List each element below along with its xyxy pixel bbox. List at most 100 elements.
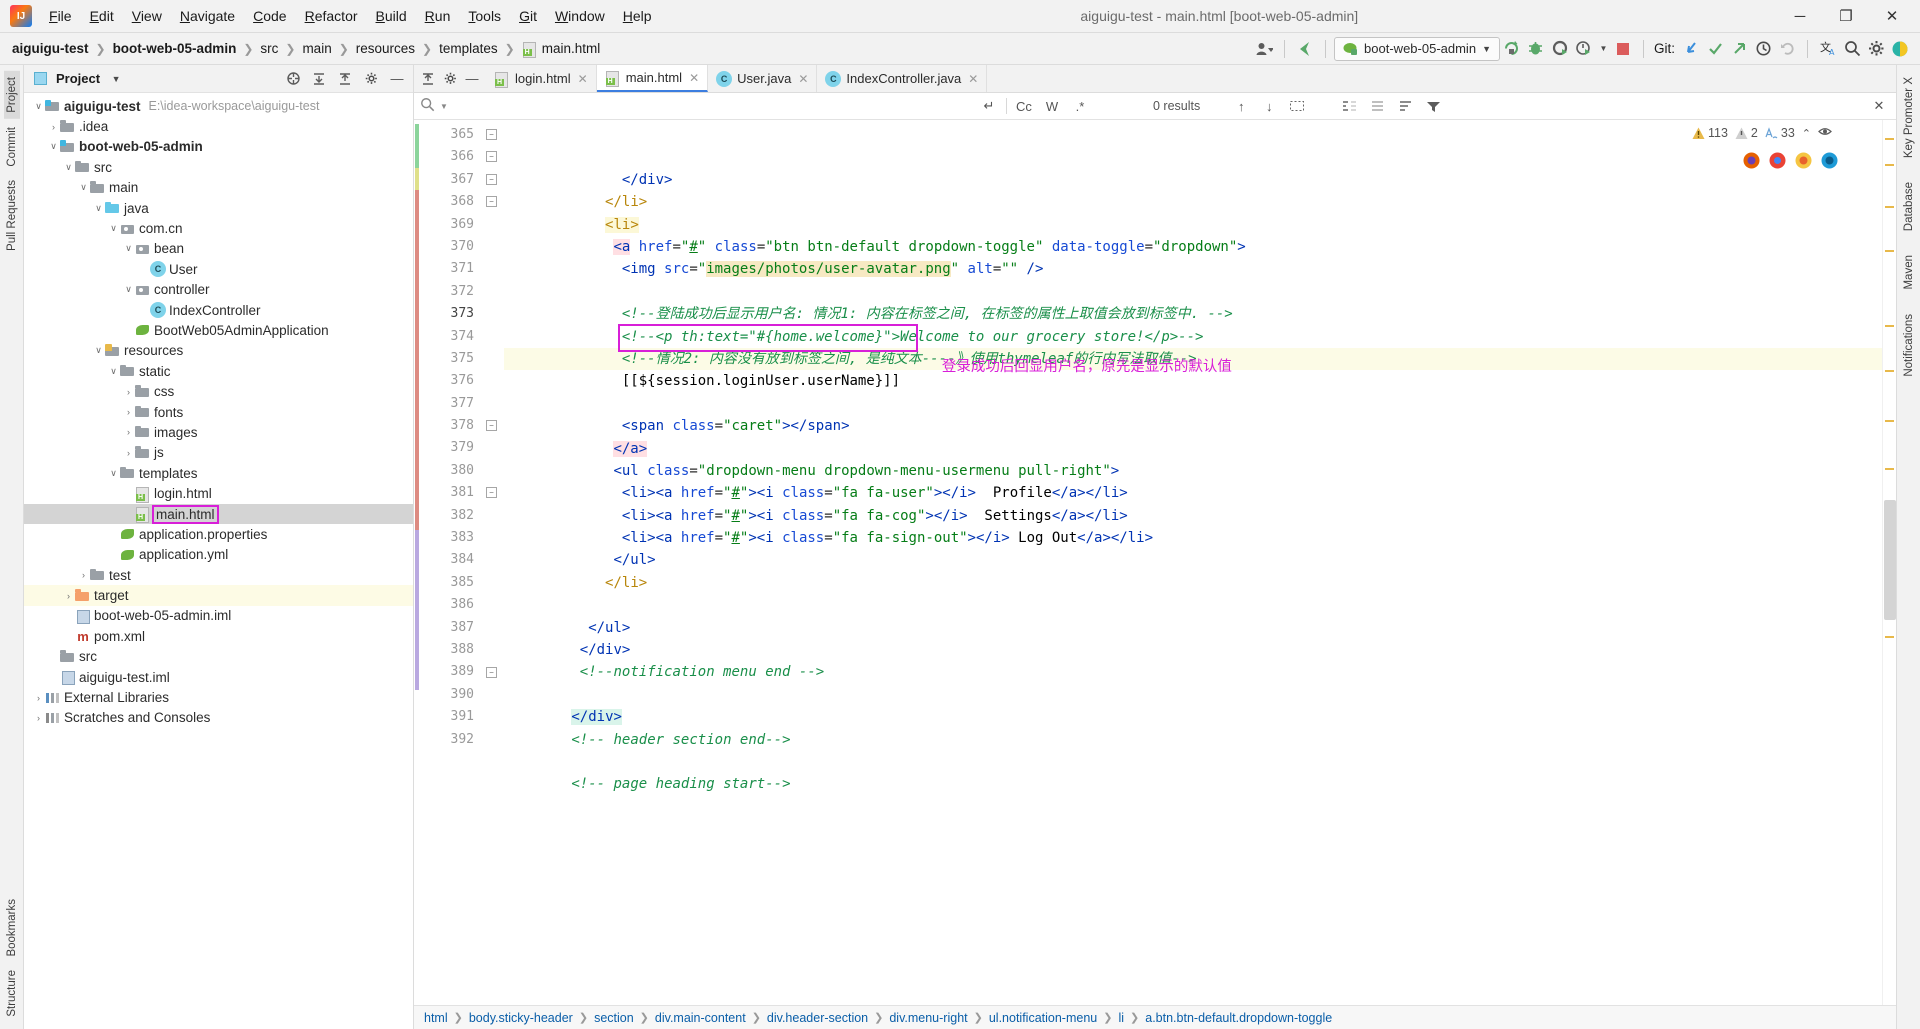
editor-crumb-0[interactable]: html (424, 1011, 448, 1025)
search-input[interactable] (452, 98, 973, 114)
tree-node-test[interactable]: › test (24, 565, 413, 585)
editor-crumb-8[interactable]: a.btn.btn-default.dropdown-toggle (1145, 1011, 1332, 1025)
tree-node-bean[interactable]: ∨ bean (24, 239, 413, 259)
editor-tab-actions[interactable]: — (414, 65, 486, 92)
firefox-icon[interactable] (1743, 152, 1760, 174)
filter-results-icon[interactable] (1394, 96, 1416, 116)
tree-node-scratches-and-consoles[interactable]: › Scratches and Consoles (24, 708, 413, 728)
chevron-down-icon[interactable]: ∨ (122, 243, 135, 254)
code-line[interactable]: </ul> (504, 549, 1882, 571)
chevron-down-icon[interactable]: ∨ (92, 345, 105, 356)
safari-icon[interactable] (1795, 152, 1812, 174)
chevron-right-icon[interactable]: › (32, 713, 45, 723)
code-line[interactable]: <span class="caret"></span> (504, 415, 1882, 437)
open-in-find-window-icon[interactable] (1338, 96, 1360, 116)
tool-window-commit[interactable]: Commit (4, 121, 20, 173)
chevron-down-icon[interactable]: ∨ (62, 162, 75, 173)
find-toolbar[interactable]: ▼ ↵ Cc W .* 0 results ↑ ↓ ✕ (414, 93, 1896, 120)
chevron-down-icon[interactable]: ∨ (92, 203, 105, 214)
tree-node-indexcontroller[interactable]: IndexController (24, 300, 413, 320)
menu-refactor[interactable]: Refactor (296, 5, 367, 27)
editor-tab-login-html[interactable]: login.html ✕ (486, 65, 597, 92)
tree-node-src[interactable]: src (24, 647, 413, 667)
tool-window-maven[interactable]: Maven (1901, 249, 1917, 296)
tree-node-main[interactable]: ∨ main (24, 178, 413, 198)
tool-window-project[interactable]: Project (3, 71, 20, 119)
editor-crumb-3[interactable]: div.main-content (655, 1011, 746, 1025)
menu-help[interactable]: Help (614, 5, 661, 27)
code-line[interactable]: <li><a href="#"><i class="fa fa-cog"></i… (504, 505, 1882, 527)
tree-node-controller[interactable]: ∨ controller (24, 280, 413, 300)
maximize-button[interactable]: ❐ (1824, 1, 1868, 32)
fold-marker[interactable]: − (486, 151, 497, 163)
code-line[interactable] (504, 594, 1882, 616)
tree-node-main-html[interactable]: main.html (24, 503, 413, 525)
menu-bar[interactable]: File Edit View Navigate Code Refactor Build Run… (40, 5, 661, 27)
editor-breadcrumb[interactable]: html ❯ body.sticky-header ❯ section ❯ div.main… (414, 1005, 1896, 1029)
browser-preview-bar[interactable] (1743, 152, 1838, 174)
filter-icon[interactable] (1422, 96, 1444, 116)
tree-node-css[interactable]: › css (24, 381, 413, 401)
code-line[interactable]: <!-- page heading start--> (504, 773, 1882, 795)
code-line[interactable]: </ul> (504, 617, 1882, 639)
code-line[interactable]: <li><a href="#"><i class="fa fa-user"></… (504, 482, 1882, 504)
breadcrumb[interactable]: aiguigu-test ❯ boot-web-05-admin ❯ src ❯ main ❯… (8, 39, 604, 59)
menu-navigate[interactable]: Navigate (171, 5, 244, 27)
chevron-down-icon[interactable]: ▼ (106, 69, 126, 89)
code-line[interactable]: </li> (504, 191, 1882, 213)
editor-crumb-1[interactable]: body.sticky-header (469, 1011, 573, 1025)
minimize-button[interactable]: ─ (1778, 1, 1822, 32)
ide-assistant-icon[interactable] (1888, 37, 1912, 61)
chrome-icon[interactable] (1769, 152, 1786, 174)
find-prev-button[interactable]: ↑ (1230, 96, 1252, 116)
tool-window-notifications[interactable]: Notifications (1901, 308, 1917, 383)
chevron-right-icon[interactable]: › (47, 122, 60, 132)
user-dropdown-icon[interactable] (1252, 37, 1276, 61)
fold-markers[interactable]: − − − − − − − (482, 120, 504, 1005)
chevron-down-icon[interactable]: ∨ (107, 366, 120, 377)
tree-node-external-libraries[interactable]: › External Libraries (24, 687, 413, 707)
editor-crumb-5[interactable]: div.menu-right (889, 1011, 967, 1025)
fold-marker[interactable]: − (486, 666, 497, 678)
menu-edit[interactable]: Edit (81, 5, 123, 27)
tree-node-src[interactable]: ∨ src (24, 157, 413, 177)
gear-icon[interactable] (361, 69, 381, 89)
stop-icon[interactable] (1611, 37, 1635, 61)
tree-node-user[interactable]: User (24, 259, 413, 279)
collapse-all-icon[interactable] (418, 69, 438, 89)
menu-file[interactable]: File (40, 5, 81, 27)
fold-marker[interactable]: − (486, 129, 497, 140)
debug-icon[interactable] (1524, 37, 1548, 61)
code-line[interactable]: </div> (504, 639, 1882, 661)
multiline-icon[interactable]: ↵ (978, 96, 1000, 116)
gear-icon[interactable] (1864, 37, 1888, 61)
tree-node-templates[interactable]: ∨ templates (24, 463, 413, 483)
menu-git[interactable]: Git (510, 5, 546, 27)
chevron-right-icon[interactable]: › (32, 693, 45, 703)
rerun-icon[interactable] (1500, 37, 1524, 61)
tree-node-fonts[interactable]: › fonts (24, 402, 413, 422)
expand-all-icon[interactable] (309, 69, 329, 89)
weak-warnings-count[interactable]: 2 (1735, 126, 1758, 140)
nav-crumb-resources[interactable]: resources (352, 39, 419, 58)
search-icon[interactable] (1840, 37, 1864, 61)
chevron-right-icon[interactable]: › (122, 427, 135, 437)
whole-words-toggle[interactable]: W (1041, 96, 1063, 116)
chevron-down-icon[interactable]: ∨ (32, 101, 45, 112)
preserve-case-icon[interactable] (1366, 96, 1388, 116)
edge-icon[interactable] (1821, 152, 1838, 174)
run-coverage-icon[interactable] (1548, 37, 1572, 61)
nav-crumb-main[interactable]: main (298, 39, 335, 58)
tree-node-static[interactable]: ∨ static (24, 361, 413, 381)
chevron-right-icon[interactable]: › (77, 570, 90, 580)
match-case-toggle[interactable]: Cc (1013, 96, 1035, 116)
chevron-down-icon[interactable]: ∨ (47, 141, 60, 152)
close-tab-icon[interactable]: ✕ (689, 71, 699, 85)
code-line[interactable]: <ul class="dropdown-menu dropdown-menu-u… (504, 460, 1882, 482)
editor-tab-bar[interactable]: — login.html✕main.html✕User.java✕IndexCo… (414, 65, 1896, 93)
collapse-all-icon[interactable] (335, 69, 355, 89)
code-line[interactable]: <img src="images/photos/user-avatar.png"… (504, 258, 1882, 280)
code-line[interactable]: <li> (504, 214, 1882, 236)
gear-icon[interactable] (440, 69, 460, 89)
menu-window[interactable]: Window (546, 5, 614, 27)
